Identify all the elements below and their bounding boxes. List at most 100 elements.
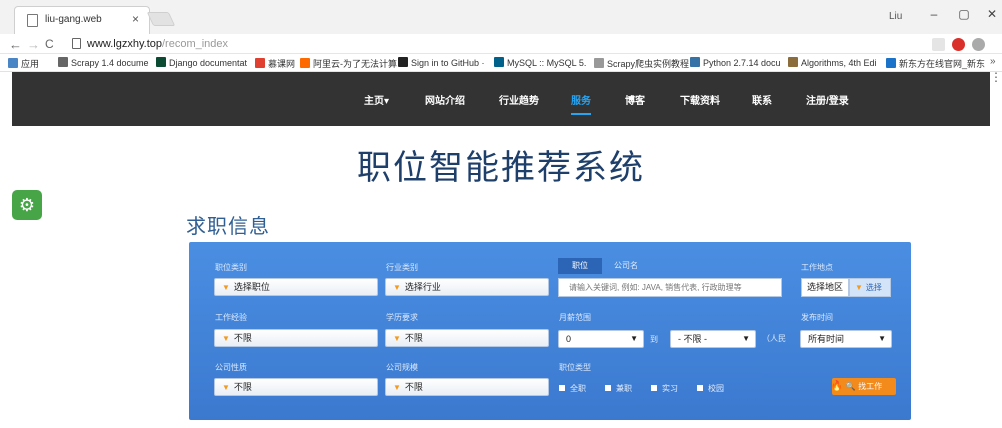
- find-job-button[interactable]: 🔥 🔍 找工作: [830, 378, 896, 395]
- site-navbar: 主页▾ 网站介绍 行业趋势 服务 博客 下载资料 联系 注册/登录: [12, 72, 990, 126]
- back-arrow-icon[interactable]: ←: [9, 37, 22, 52]
- translate-extension-icon[interactable]: [932, 38, 945, 51]
- salary-label: 月薪范围: [559, 313, 591, 322]
- location-label: 工作地点: [801, 263, 833, 272]
- industry-select[interactable]: ▼ 选择行业: [385, 278, 549, 296]
- salary-max-select[interactable]: - 不限 - ▼: [670, 330, 756, 348]
- nav-about[interactable]: 网站介绍: [425, 92, 465, 107]
- tab-position[interactable]: 职位: [558, 258, 602, 274]
- education-label: 学历要求: [386, 313, 418, 322]
- dropdown-triangle-icon: ▼: [393, 334, 401, 343]
- salary-unit-text: （人民: [762, 334, 786, 343]
- search-icon: 🔍: [845, 382, 856, 391]
- maximize-icon[interactable]: ▢: [952, 7, 976, 21]
- checkbox-icon: [605, 385, 611, 391]
- bookmark-favicon-icon: [788, 57, 798, 67]
- tab-close-icon[interactable]: ×: [132, 12, 139, 26]
- page-title: 职位智能推荐系统: [357, 149, 645, 187]
- bookmark-item[interactable]: 阿里云-为了无法计算: [300, 57, 397, 70]
- dropdown-triangle-icon: ▼: [393, 383, 401, 392]
- industry-label: 行业类别: [386, 263, 418, 272]
- adblock-extension-icon[interactable]: [952, 38, 965, 51]
- bookmark-item[interactable]: 慕课网: [255, 57, 295, 70]
- job-type-fulltime-checkbox[interactable]: 全职: [559, 383, 586, 394]
- education-select[interactable]: ▼ 不限: [385, 329, 549, 347]
- bookmark-favicon-icon: [300, 58, 310, 68]
- gear-icon[interactable]: ⚙: [12, 190, 42, 220]
- minimize-icon[interactable]: –: [922, 7, 946, 21]
- tab-title: liu-gang.web: [45, 14, 102, 25]
- page-info-icon[interactable]: [72, 38, 81, 49]
- job-category-select[interactable]: ▼ 选择职位: [214, 278, 378, 296]
- company-size-select[interactable]: ▼ 不限: [385, 378, 549, 396]
- salary-min-select[interactable]: 0 ▼: [558, 330, 644, 348]
- dropdown-caret-icon: ▼: [878, 334, 886, 343]
- python-icon: [690, 57, 700, 67]
- job-type-intern-checkbox[interactable]: 实习: [651, 383, 678, 394]
- bookmark-item[interactable]: Scrapy爬虫实例教程: [594, 57, 689, 70]
- apps-grid-icon: [8, 58, 18, 68]
- url-host: www.lgzxhy.top: [87, 38, 162, 50]
- bookmark-favicon-icon: [886, 58, 896, 68]
- keyword-input[interactable]: [558, 278, 782, 297]
- dropdown-caret-icon: ▼: [630, 334, 638, 343]
- bookmark-favicon-icon: [156, 57, 166, 67]
- bookmark-item[interactable]: Django documentat: [156, 57, 247, 68]
- company-size-label: 公司规模: [386, 363, 418, 372]
- window-close-icon[interactable]: ✕: [980, 7, 1002, 21]
- flame-icon: 🔥: [830, 381, 844, 392]
- bookmarks-bar: 应用 Scrapy 1.4 docume Django documentat 慕…: [0, 54, 1002, 72]
- browser-tabstrip: liu-gang.web × Liu – ▢ ✕: [0, 0, 1002, 34]
- dropdown-triangle-icon: ▼: [222, 383, 230, 392]
- experience-label: 工作经验: [215, 313, 247, 322]
- bookmarks-overflow-icon[interactable]: »: [990, 56, 996, 67]
- page-favicon-icon: [27, 14, 38, 27]
- browser-tab[interactable]: liu-gang.web ×: [14, 6, 150, 34]
- experience-select[interactable]: ▼ 不限: [214, 329, 378, 347]
- checkbox-icon: [651, 385, 657, 391]
- bookmark-item[interactable]: 新东方在线官网_新东: [886, 57, 985, 70]
- nav-services[interactable]: 服务: [571, 92, 591, 115]
- dropdown-triangle-icon: ▼: [855, 283, 863, 292]
- location-pick-button[interactable]: ▼ 选择: [849, 278, 891, 297]
- bookmark-favicon-icon: [255, 58, 265, 68]
- dropdown-triangle-icon: ▼: [222, 283, 230, 292]
- dropdown-triangle-icon: ▼: [393, 283, 401, 292]
- job-type-parttime-checkbox[interactable]: 兼职: [605, 383, 632, 394]
- post-time-label: 发布时间: [801, 313, 833, 322]
- window-user-badge[interactable]: Liu: [889, 11, 902, 22]
- bookmark-item[interactable]: 应用: [8, 57, 39, 70]
- checkbox-icon: [697, 385, 703, 391]
- url-field[interactable]: www.lgzxhy.top/recom_index: [67, 36, 922, 52]
- bookmark-favicon-icon: [58, 57, 68, 67]
- bookmark-item[interactable]: MySQL :: MySQL 5.: [494, 57, 586, 68]
- settings-extension-icon[interactable]: [972, 38, 985, 51]
- post-time-select[interactable]: 所有时间 ▼: [800, 330, 892, 348]
- nav-blog[interactable]: 博客: [625, 92, 645, 107]
- nav-home[interactable]: 主页▾: [364, 92, 389, 107]
- job-type-campus-checkbox[interactable]: 校园: [697, 383, 724, 394]
- nav-trends[interactable]: 行业趋势: [499, 92, 539, 107]
- forward-arrow-icon[interactable]: →: [27, 37, 40, 52]
- checkbox-icon: [559, 385, 565, 391]
- url-path: /recom_index: [162, 38, 229, 50]
- browser-menu-icon[interactable]: ⋮: [990, 70, 1002, 84]
- address-bar: ← → C www.lgzxhy.top/recom_index ⋮: [0, 34, 1002, 84]
- company-type-select[interactable]: ▼ 不限: [214, 378, 378, 396]
- bookmark-favicon-icon: [494, 57, 504, 67]
- tab-company[interactable]: 公司名: [606, 258, 646, 274]
- new-tab-button[interactable]: [146, 12, 176, 26]
- nav-register-login[interactable]: 注册/登录: [806, 92, 849, 107]
- job-type-label: 职位类型: [559, 363, 591, 372]
- job-category-label: 职位类别: [215, 263, 247, 272]
- location-select-button[interactable]: 选择地区: [801, 278, 849, 297]
- salary-to-text: 到: [650, 335, 658, 344]
- bookmark-item[interactable]: Python 2.7.14 docu: [690, 57, 781, 68]
- nav-contact[interactable]: 联系: [752, 92, 772, 107]
- bookmark-item[interactable]: Scrapy 1.4 docume: [58, 57, 149, 68]
- reload-icon[interactable]: C: [45, 37, 54, 51]
- bookmark-item[interactable]: Algorithms, 4th Edi: [788, 57, 877, 68]
- dropdown-triangle-icon: ▼: [222, 334, 230, 343]
- nav-downloads[interactable]: 下载资料: [680, 92, 720, 107]
- bookmark-item[interactable]: Sign in to GitHub ·: [398, 57, 485, 68]
